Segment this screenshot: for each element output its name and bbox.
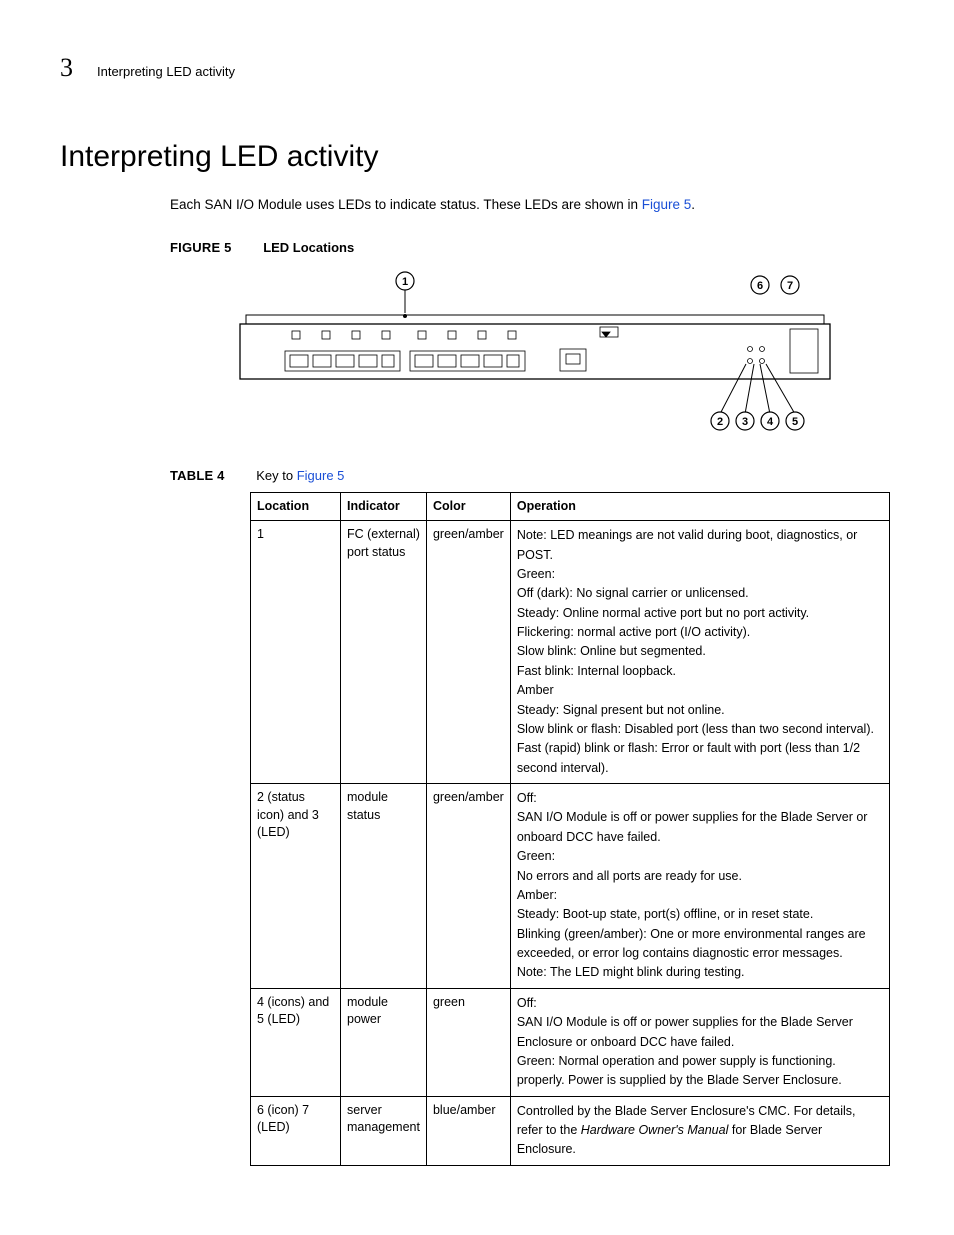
operation-line: Slow blink: Online but segmented. [517, 642, 883, 661]
operation-line: SAN I/O Module is off or power supplies … [517, 808, 883, 847]
operation-line: Amber: [517, 886, 883, 905]
cell-operation: Controlled by the Blade Server Enclosure… [510, 1096, 889, 1165]
cell-operation: Note: LED meanings are not valid during … [510, 521, 889, 784]
table-title-prefix: Key to [256, 468, 296, 483]
manual-title: Hardware Owner's Manual [581, 1123, 729, 1137]
cell-indicator: FC (external) port status [341, 521, 427, 784]
operation-line: No errors and all ports are ready for us… [517, 867, 883, 886]
svg-text:3: 3 [742, 416, 748, 428]
cell-operation: Off:SAN I/O Module is off or power suppl… [510, 988, 889, 1096]
operation-line: Fast blink: Internal loopback. [517, 662, 883, 681]
running-title: Interpreting LED activity [97, 63, 235, 81]
table-figure-link[interactable]: Figure 5 [297, 468, 345, 483]
cell-color: green/amber [426, 784, 510, 989]
table-row: 4 (icons) and 5 (LED)module powergreenOf… [251, 988, 890, 1096]
chapter-number: 3 [60, 50, 73, 86]
cell-indicator: module power [341, 988, 427, 1096]
table-label: TABLE 4 [170, 468, 225, 483]
table-row: 1FC (external) port statusgreen/amberNot… [251, 521, 890, 784]
figure-5-link[interactable]: Figure 5 [642, 197, 692, 212]
cell-location: 1 [251, 521, 341, 784]
operation-line: Green: [517, 847, 883, 866]
cell-indicator: module status [341, 784, 427, 989]
running-header: 3 Interpreting LED activity [60, 50, 894, 86]
page-title: Interpreting LED activity [60, 136, 894, 178]
cell-color: green/amber [426, 521, 510, 784]
operation-line: Amber [517, 681, 883, 700]
figure-title: LED Locations [263, 240, 354, 255]
cell-location: 6 (icon) 7 (LED) [251, 1096, 341, 1165]
callout-5: 5 [786, 412, 804, 430]
callout-6: 6 [751, 276, 769, 294]
col-operation: Operation [510, 492, 889, 521]
intro-text: Each SAN I/O Module uses LEDs to indicat… [170, 197, 642, 212]
operation-line: Green: [517, 565, 883, 584]
table-row: 2 (status icon) and 3 (LED)module status… [251, 784, 890, 989]
operation-line: Green: Normal operation and power supply… [517, 1052, 883, 1091]
operation-line: Slow blink or flash: Disabled port (less… [517, 720, 883, 739]
svg-text:6: 6 [757, 280, 763, 292]
figure-diagram: 1 6 7 2 3 4 [230, 269, 850, 439]
svg-text:4: 4 [767, 416, 774, 428]
callout-1: 1 [396, 272, 414, 318]
svg-text:5: 5 [792, 416, 798, 428]
table-title: Key to Figure 5 [256, 468, 344, 483]
cell-indicator: server management [341, 1096, 427, 1165]
led-key-table: Location Indicator Color Operation 1FC (… [250, 492, 890, 1166]
callout-4: 4 [761, 412, 779, 430]
cell-operation: Off:SAN I/O Module is off or power suppl… [510, 784, 889, 989]
table-header-row: Location Indicator Color Operation [251, 492, 890, 521]
callout-2: 2 [711, 412, 729, 430]
col-indicator: Indicator [341, 492, 427, 521]
operation-line: SAN I/O Module is off or power supplies … [517, 1013, 883, 1052]
operation-line: Fast (rapid) blink or flash: Error or fa… [517, 739, 883, 778]
cell-location: 2 (status icon) and 3 (LED) [251, 784, 341, 989]
operation-line: Steady: Signal present but not online. [517, 701, 883, 720]
led-locations-svg: 1 6 7 2 3 4 [230, 269, 850, 439]
col-location: Location [251, 492, 341, 521]
cell-location: 4 (icons) and 5 (LED) [251, 988, 341, 1096]
operation-line: Steady: Online normal active port but no… [517, 604, 883, 623]
callout-7: 7 [781, 276, 799, 294]
col-color: Color [426, 492, 510, 521]
table-row: 6 (icon) 7 (LED)server managementblue/am… [251, 1096, 890, 1165]
operation-line: Off: [517, 789, 883, 808]
figure-label: FIGURE 5 [170, 240, 232, 255]
intro-suffix: . [691, 197, 695, 212]
operation-line: Note: LED meanings are not valid during … [517, 526, 883, 565]
svg-text:1: 1 [402, 276, 408, 288]
svg-text:7: 7 [787, 280, 793, 292]
table-caption: TABLE 4 Key to Figure 5 [170, 467, 894, 485]
operation-line: Flickering: normal active port (I/O acti… [517, 623, 883, 642]
operation-line: Steady: Boot-up state, port(s) offline, … [517, 905, 883, 924]
operation-line: Blinking (green/amber): One or more envi… [517, 925, 883, 964]
operation-line: Off (dark): No signal carrier or unlicen… [517, 584, 883, 603]
intro-paragraph: Each SAN I/O Module uses LEDs to indicat… [170, 196, 894, 215]
svg-text:2: 2 [717, 416, 723, 428]
cell-color: blue/amber [426, 1096, 510, 1165]
cell-color: green [426, 988, 510, 1096]
operation-line: Off: [517, 994, 883, 1013]
operation-line: Note: The LED might blink during testing… [517, 963, 883, 982]
figure-caption: FIGURE 5 LED Locations [170, 239, 894, 257]
callout-3: 3 [736, 412, 754, 430]
